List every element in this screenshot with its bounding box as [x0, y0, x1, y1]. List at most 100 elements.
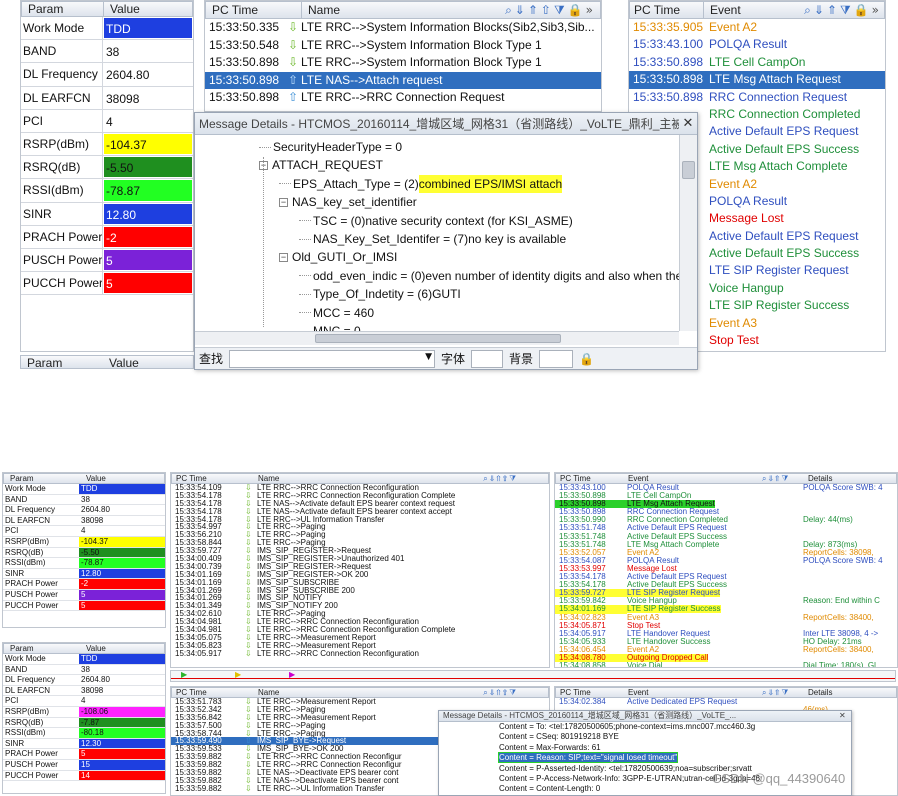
value-col-header[interactable]: Value	[104, 2, 140, 16]
param-col-header[interactable]: Param	[21, 356, 103, 368]
param-col-header[interactable]: Param	[4, 644, 80, 653]
bottom-param-header-1[interactable]: Param Value	[3, 473, 165, 484]
param-row[interactable]: DL EARFCN 38098	[3, 685, 165, 697]
bottom-event-header-1[interactable]: PC Time Event ⌕⇓⇑⧩ Details	[555, 473, 897, 484]
event-item[interactable]: Active Default EPS Success	[705, 245, 885, 262]
hscroll-thumb[interactable]	[315, 334, 561, 343]
name-col-header[interactable]: Name	[258, 474, 483, 483]
message-row[interactable]: 15:33:50.335 ⇩ LTE RRC-->System Informatio…	[205, 19, 601, 37]
event-time[interactable]: 15:33:50.898	[629, 71, 705, 89]
collapse-icon[interactable]: −	[279, 252, 288, 262]
bottom-param-header-2[interactable]: Param Value	[3, 643, 165, 654]
message-row[interactable]: 15:34:05.917 ⇩ LTE RRC-->RRC Connection Re…	[171, 649, 549, 658]
tree-node[interactable]: NAS_Key_Set_Identifer = (7)no key is ava…	[299, 230, 566, 248]
param-row[interactable]: DL Frequency 2604.80	[21, 63, 193, 87]
event-row[interactable]: 15:33:50.898 RRC Connection Request	[555, 508, 897, 516]
down-arrow-icon[interactable]: ⇓	[515, 2, 528, 18]
param-row[interactable]: Work Mode TDD	[3, 654, 165, 665]
dialog-vscroll[interactable]	[679, 135, 697, 331]
param-row[interactable]: PUSCH Power 5	[3, 589, 165, 601]
event-row[interactable]: 15:33:59.727 LTE SIP Register Request	[555, 589, 897, 598]
search-icon[interactable]: ⌕	[505, 2, 515, 18]
event-item[interactable]: LTE Msg Attach Request	[705, 71, 885, 89]
dropdown-arrow-icon[interactable]: ▼	[425, 352, 432, 362]
event-row[interactable]: 15:34:02.384 Active Dedicated EPS Request	[555, 697, 897, 706]
bottom-event-header-2[interactable]: PC Time Event ⌕⇓⇑⧩ Details	[555, 687, 897, 698]
message-row[interactable]: 15:33:50.898 ⇧ LTE RRC-->RRC Connection Re…	[205, 89, 601, 107]
param-row[interactable]: RSSI(dBm) -78.87	[3, 558, 165, 569]
tree-node[interactable]: − NAS_key_set_identifier	[279, 193, 417, 211]
message-row[interactable]: 15:34:05.075 ⇩ LTE RRC-->Measurement Repor…	[171, 633, 549, 642]
dialog-titlebar[interactable]: Message Details - HTCMOS_20160114_增城区域_网…	[439, 711, 851, 722]
tree-node[interactable]: SecurityHeaderType = 0	[259, 138, 402, 156]
name-col-header[interactable]: Name	[302, 2, 505, 18]
lock-icon[interactable]: 🔒	[568, 2, 586, 18]
param-row[interactable]: DL EARFCN 38098	[3, 515, 165, 527]
event-row[interactable]: 15:33:54.087 POLQA Result POLQA Score SWB:…	[555, 556, 897, 565]
event-row[interactable]: 15:33:54.178 Active Default EPS Request	[555, 572, 897, 581]
event-item[interactable]: LTE SIP Register Request	[705, 262, 885, 279]
message-row[interactable]: 15:33:51.783 ⇩ LTE RRC-->Measurement Repor…	[171, 698, 549, 706]
event-row[interactable]: 15:33:51.748 Active Default EPS Success	[555, 532, 897, 541]
param-row[interactable]: SINR 12.80	[21, 202, 193, 226]
pc-time-col-header[interactable]: PC Time	[206, 2, 302, 18]
more-icon[interactable]: »	[586, 2, 596, 18]
tree-node[interactable]: MCC = 460	[299, 304, 374, 322]
tree-node[interactable]: EPS_Attach_Type = (2) combined EPS/IMSI a…	[279, 174, 563, 193]
event-row[interactable]: 15:34:08.858 Voice Dial Dial Time: 180(s),…	[555, 662, 897, 667]
bg-color-picker[interactable]	[539, 349, 574, 368]
tree-node[interactable]: MNC = 0	[299, 322, 361, 331]
param-row[interactable]: SINR 12.30	[3, 738, 165, 750]
message-row[interactable]: 15:34:02.610 ⇩ LTE RRC-->Paging	[171, 610, 549, 618]
event-row[interactable]: 15:33:50.898 LTE Msg Attach Request	[555, 500, 897, 509]
message-row[interactable]: 15:34:01.169 ⇩ IMS_SIP_REGISTER->OK 200	[171, 570, 549, 579]
value-col-header[interactable]: Value	[103, 356, 139, 368]
timeline-bar[interactable]: ▶ ▶ ▶	[170, 670, 896, 682]
event-item[interactable]: Event A2	[705, 19, 885, 36]
param-row[interactable]: PUCCH Power 5	[21, 272, 193, 296]
param-row[interactable]: RSRQ(dB) -5.50	[21, 156, 193, 180]
value-col-header[interactable]: Value	[80, 474, 106, 483]
event-item[interactable]: RRC Connection Request	[705, 89, 885, 106]
param-row[interactable]: DL EARFCN 38098	[21, 86, 193, 110]
message-row[interactable]: 15:33:54.109 ⇩ LTE RRC-->RRC Connection Re…	[171, 484, 549, 492]
dialog-hscroll[interactable]	[195, 331, 679, 345]
event-item[interactable]: Active Default EPS Request	[705, 228, 885, 245]
top-event-header[interactable]: PC Time Event ⌕⇓⇑⧩🔒»	[629, 1, 885, 19]
param-row[interactable]: PUCCH Power 5	[3, 600, 165, 612]
down-arrow-icon[interactable]: ⇓	[814, 2, 827, 18]
event-col-header[interactable]: Event	[704, 2, 804, 18]
bottom-message-header-1[interactable]: PC Time Name ⌕⇓⇑⇧⧩	[171, 473, 549, 484]
event-row[interactable]: 15:34:05.871 Stop Test	[555, 621, 897, 630]
event-row[interactable]: 15:33:52.057 Event A2 ReportCells: 38098,	[555, 548, 897, 557]
up-arrow-icon[interactable]: ⇑	[827, 2, 840, 18]
message-row[interactable]: 15:34:01.169 ⇩ IMS_SIP_SUBSCRIBE	[171, 578, 549, 587]
param-row[interactable]: PRACH Power 5	[3, 749, 165, 760]
close-icon[interactable]: ✕	[839, 711, 851, 721]
search-icon[interactable]: ⌕	[804, 2, 814, 18]
tree-node[interactable]: − Old_GUTI_Or_IMSI	[279, 248, 397, 266]
pc-time-col-header[interactable]: PC Time	[556, 474, 628, 483]
event-time[interactable]: 15:33:35.905	[629, 19, 705, 36]
up-arrow-icon[interactable]: ⇑	[528, 2, 541, 18]
param-row[interactable]: BAND 38	[3, 494, 165, 506]
pc-time-col-header[interactable]: PC Time	[556, 688, 628, 697]
message-row[interactable]: 15:33:50.548 ⇩ LTE RRC-->System Informatio…	[205, 37, 601, 55]
event-row[interactable]: 15:34:08.780 Outgoing Dropped Call	[555, 653, 897, 663]
filter-icon[interactable]: ⧩	[554, 2, 568, 18]
message-row[interactable]: 15:34:01.269 ⇩ IMS_SIP_NOTIFY	[171, 594, 549, 602]
event-item[interactable]: Stop Test	[705, 332, 885, 349]
message-row[interactable]: 15:34:00.409 ⇩ IMS_SIP_REGISTER->Unauthori…	[171, 555, 549, 563]
param-row[interactable]: PUCCH Power 14	[3, 770, 165, 782]
lock-icon[interactable]: 🔒	[854, 2, 872, 18]
pc-time-col-header[interactable]: PC Time	[630, 2, 704, 18]
event-item[interactable]: LTE Cell CampOn	[705, 54, 885, 71]
param-row[interactable]: Work Mode TDD	[3, 484, 165, 495]
event-row[interactable]: 15:33:51.748 LTE Msg Attach Complete Delay…	[555, 540, 897, 549]
top-param-header[interactable]: Param Value	[21, 1, 193, 17]
event-row[interactable]: 15:33:50.990 RRC Connection Completed Dela…	[555, 516, 897, 524]
event-row[interactable]: 15:33:51.748 Active Default EPS Request	[555, 524, 897, 532]
filter-icon[interactable]: ⧩	[840, 2, 854, 18]
event-item[interactable]: POLQA Result	[705, 36, 885, 53]
top-arrow-icon[interactable]: ⇧	[541, 2, 554, 18]
